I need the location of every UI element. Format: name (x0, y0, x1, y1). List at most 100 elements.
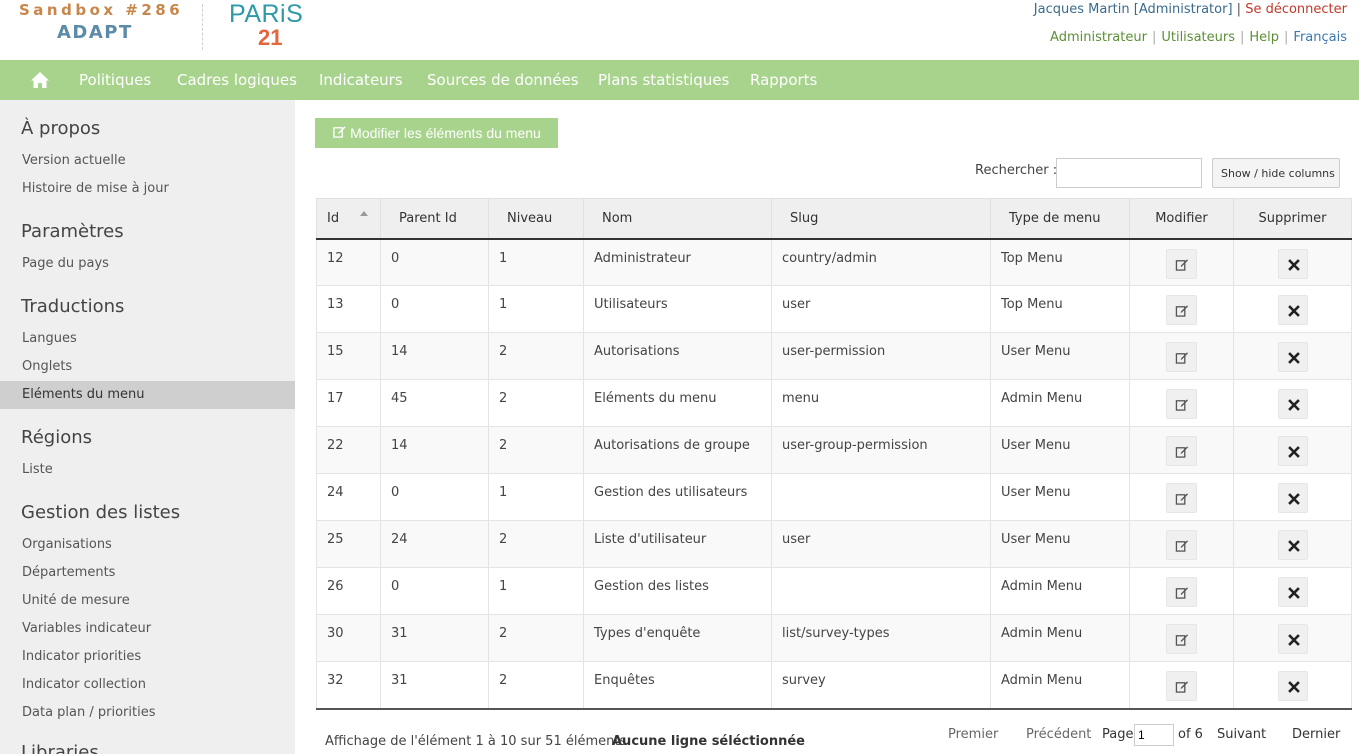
edit-row-button[interactable] (1166, 577, 1197, 607)
cell-modifier (1129, 238, 1234, 286)
delete-row-button[interactable] (1277, 342, 1308, 372)
sidebar-item-unite-de-mesure[interactable]: Unité de mesure (22, 593, 130, 608)
cell-supprimer (1233, 661, 1352, 710)
cell-nom: Administrateur (583, 238, 772, 286)
edit-row-button[interactable] (1166, 671, 1197, 701)
sidebar-item-elements-du-menu[interactable]: Eléments du menu (22, 387, 145, 402)
search-input[interactable] (1056, 158, 1202, 188)
edit-row-button[interactable] (1166, 530, 1197, 560)
table-row[interactable]: 22 14 2 Autorisations de groupe user-group-p… (316, 426, 1352, 474)
selection-info: Aucune ligne séléctionnée (612, 734, 805, 749)
edit-row-button[interactable] (1166, 295, 1197, 325)
cell-niveau: 2 (488, 379, 584, 427)
sidebar: À propos Version actuelle Histoire de mi… (0, 100, 295, 754)
table-row[interactable]: 17 45 2 Eléments du menu menu Admin Menu (316, 379, 1352, 427)
cell-parent-id: 31 (380, 661, 489, 710)
table-row[interactable]: 13 0 1 Utilisateurs user Top Menu (316, 285, 1352, 333)
cell-supprimer (1233, 285, 1352, 333)
sidebar-item-version-actuelle[interactable]: Version actuelle (22, 153, 126, 168)
sidebar-item-variables-indicateur[interactable]: Variables indicateur (22, 621, 151, 636)
sidebar-item-departements[interactable]: Départements (22, 565, 115, 580)
last-page-link[interactable]: Dernier (1292, 727, 1340, 742)
home-icon[interactable] (30, 71, 50, 89)
previous-page-link[interactable]: Précédent (1026, 727, 1091, 742)
edit-row-button[interactable] (1166, 389, 1197, 419)
separator: | (1151, 30, 1157, 45)
column-header-label: Slug (790, 210, 819, 226)
column-header-slug[interactable]: Slug (771, 198, 991, 240)
column-header-modifier: Modifier (1129, 198, 1234, 240)
cell-slug: list/survey-types (771, 614, 991, 662)
sidebar-item-page-du-pays[interactable]: Page du pays (22, 256, 109, 271)
table-row[interactable]: 30 31 2 Types d'enquête list/survey-types Adm… (316, 614, 1352, 662)
sidebar-heading-parametres: Paramètres (21, 221, 124, 242)
language-link[interactable]: Français (1293, 30, 1347, 45)
table-row[interactable]: 12 0 1 Administrateur country/admin Top Menu (316, 238, 1352, 286)
edit-row-button[interactable] (1166, 624, 1197, 654)
sidebar-item-indicator-priorities[interactable]: Indicator priorities (22, 649, 141, 664)
table-row[interactable]: 15 14 2 Autorisations user-permission User Me… (316, 332, 1352, 380)
column-header-parent-id[interactable]: Parent Id (380, 198, 489, 240)
sidebar-item-indicator-collection[interactable]: Indicator collection (22, 677, 146, 692)
top-link-help[interactable]: Help (1249, 30, 1279, 45)
column-header-id[interactable]: Id (316, 198, 381, 240)
nav-indicateurs[interactable]: Indicateurs (319, 71, 403, 89)
adapt-logo[interactable]: ADAPT (57, 22, 133, 43)
sidebar-item-histoire[interactable]: Histoire de mise à jour (22, 181, 169, 196)
delete-row-button[interactable] (1277, 530, 1308, 560)
delete-row-button[interactable] (1277, 671, 1308, 701)
top-link-administrateur[interactable]: Administrateur (1050, 30, 1147, 45)
cell-modifier (1129, 379, 1234, 427)
edit-menu-items-button[interactable]: Modifier les éléments du menu (315, 118, 558, 148)
sidebar-item-onglets[interactable]: Onglets (22, 359, 72, 374)
cell-nom: Gestion des listes (583, 567, 772, 615)
page-number-input[interactable] (1134, 724, 1174, 746)
column-header-nom[interactable]: Nom (583, 198, 772, 240)
logout-link[interactable]: Se déconnecter (1245, 2, 1347, 17)
cell-slug: user-permission (771, 332, 991, 380)
sidebar-item-organisations[interactable]: Organisations (22, 537, 112, 552)
top-link-utilisateurs[interactable]: Utilisateurs (1161, 30, 1235, 45)
cell-id: 26 (316, 567, 381, 615)
edit-row-button[interactable] (1166, 248, 1197, 279)
cell-type-de-menu: Admin Menu (990, 614, 1130, 662)
nav-politiques[interactable]: Politiques (79, 71, 151, 89)
delete-row-button[interactable] (1277, 248, 1308, 279)
delete-row-button[interactable] (1277, 483, 1308, 513)
nav-sources-de-donnees[interactable]: Sources de données (427, 71, 579, 89)
cell-modifier (1129, 426, 1234, 474)
delete-row-button[interactable] (1277, 624, 1308, 654)
next-page-link[interactable]: Suivant (1217, 727, 1266, 742)
nav-plans-statistiques[interactable]: Plans statistiques (598, 71, 729, 89)
cell-id: 17 (316, 379, 381, 427)
show-hide-columns-button[interactable]: Show / hide columns (1212, 158, 1340, 188)
cell-parent-id: 14 (380, 332, 489, 380)
table-row[interactable]: 24 0 1 Gestion des utilisateurs User Menu (316, 473, 1352, 521)
cell-modifier (1129, 567, 1234, 615)
column-header-niveau[interactable]: Niveau (488, 198, 584, 240)
first-page-link[interactable]: Premier (948, 727, 998, 742)
nav-rapports[interactable]: Rapports (750, 71, 817, 89)
cell-slug (771, 473, 991, 521)
sidebar-item-data-plan-priorities[interactable]: Data plan / priorities (22, 705, 156, 720)
edit-row-button[interactable] (1166, 342, 1197, 372)
column-header-type-de-menu[interactable]: Type de menu (990, 198, 1130, 240)
user-name-link[interactable]: Jacques Martin [Administrator] (1034, 2, 1233, 17)
cell-type-de-menu: User Menu (990, 473, 1130, 521)
sidebar-item-liste[interactable]: Liste (22, 462, 53, 477)
column-header-label: Nom (602, 210, 633, 226)
nav-cadres-logiques[interactable]: Cadres logiques (177, 71, 297, 89)
table-row[interactable]: 25 24 2 Liste d'utilisateur user User Menu (316, 520, 1352, 568)
cell-type-de-menu: User Menu (990, 426, 1130, 474)
delete-row-button[interactable] (1277, 389, 1308, 419)
edit-row-button[interactable] (1166, 436, 1197, 466)
cell-niveau: 2 (488, 614, 584, 662)
table-row[interactable]: 32 31 2 Enquêtes survey Admin Menu (316, 661, 1352, 710)
delete-row-button[interactable] (1277, 436, 1308, 466)
sidebar-item-langues[interactable]: Langues (22, 331, 77, 346)
table-row[interactable]: 26 0 1 Gestion des listes Admin Menu (316, 567, 1352, 615)
edit-row-button[interactable] (1166, 483, 1197, 513)
column-header-label: Parent Id (399, 210, 457, 226)
delete-row-button[interactable] (1277, 577, 1308, 607)
delete-row-button[interactable] (1277, 295, 1308, 325)
